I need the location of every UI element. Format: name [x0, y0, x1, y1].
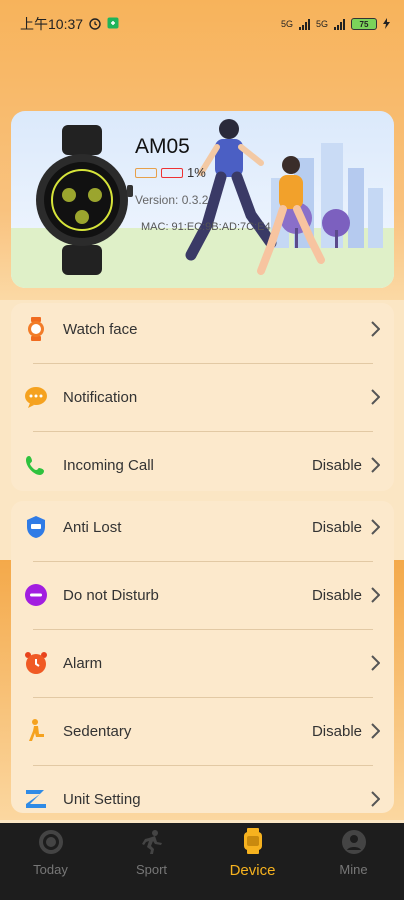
- row-label: Alarm: [63, 654, 103, 672]
- chevron-right-icon: [368, 585, 382, 605]
- battery-percent: 1%: [187, 165, 206, 180]
- tab-label: Sport: [135, 862, 168, 877]
- status-time: 上午10:37: [20, 16, 84, 32]
- chevron-right-icon: [368, 455, 382, 475]
- row-label: Watch face: [63, 320, 138, 338]
- row-value: Disable: [311, 722, 362, 740]
- row-label: Do not Disturb: [63, 586, 159, 604]
- network-type-1: 5G: [280, 19, 293, 29]
- profile-icon: [341, 829, 367, 858]
- tab-label: Today: [33, 862, 68, 877]
- battery-icon: 75: [351, 18, 377, 30]
- gesture-area: [0, 883, 404, 900]
- row-label: Sedentary: [63, 722, 132, 740]
- unit-icon: [23, 786, 49, 812]
- device-battery: 1%: [135, 165, 206, 180]
- device-banner[interactable]: AM05 1% Version: 0.3.2 MAC: 91:EC:9B:AD:…: [11, 111, 394, 288]
- device-name: AM05: [135, 135, 190, 158]
- row-notification[interactable]: Notification: [11, 363, 394, 431]
- watch-icon: [23, 316, 49, 342]
- row-value: Disable: [311, 586, 362, 604]
- tab-sport[interactable]: Sport: [101, 823, 202, 883]
- firmware-version: Version: 0.3.2: [135, 193, 209, 207]
- row-do-not-disturb[interactable]: Do not Disturb Disable: [11, 561, 394, 629]
- tab-label: Mine: [339, 862, 368, 877]
- tab-device[interactable]: Device: [202, 823, 303, 883]
- sitting-person-icon: [23, 718, 49, 744]
- target-icon: [38, 829, 64, 858]
- alarm-status-icon: [88, 16, 102, 33]
- battery-outline-icon: [135, 167, 157, 178]
- row-label: Notification: [63, 388, 138, 406]
- chevron-right-icon: [368, 517, 382, 537]
- tab-today[interactable]: Today: [0, 823, 101, 883]
- settings-card-1: Watch face Notification Incoming Call Di…: [11, 303, 394, 491]
- runner-icon: [139, 829, 165, 858]
- row-value: Disable: [311, 456, 362, 474]
- row-watch-face[interactable]: Watch face: [11, 295, 394, 363]
- tab-label: Device: [229, 861, 276, 879]
- alarm-clock-icon: [23, 650, 49, 676]
- app-notification-icon: [107, 16, 119, 32]
- bottom-tab-bar: Today Sport Device Mine: [0, 823, 404, 883]
- watch-image: [36, 125, 133, 275]
- chevron-right-icon: [368, 721, 382, 741]
- chevron-right-icon: [368, 319, 382, 339]
- shield-icon: [23, 514, 49, 540]
- battery-low-icon: [161, 167, 183, 178]
- row-label: Unit Setting: [63, 790, 141, 808]
- row-label: Anti Lost: [63, 518, 122, 536]
- minus-circle-icon: [23, 582, 49, 608]
- row-label: Incoming Call: [63, 456, 154, 474]
- watch-icon: [241, 827, 265, 858]
- chevron-right-icon: [368, 387, 382, 407]
- settings-card-2: Anti Lost Disable Do not Disturb Disable…: [11, 501, 394, 813]
- mac-address: MAC: 91:EC:9B:AD:7C:E4: [141, 221, 271, 233]
- row-value: Disable: [311, 518, 362, 536]
- phone-icon: [23, 452, 49, 478]
- chat-bubble-icon: [23, 384, 49, 410]
- tab-mine[interactable]: Mine: [303, 823, 404, 883]
- chevron-right-icon: [368, 653, 382, 673]
- network-type-2: 5G: [315, 19, 328, 29]
- row-alarm[interactable]: Alarm: [11, 629, 394, 697]
- row-incoming-call[interactable]: Incoming Call Disable: [11, 431, 394, 499]
- row-anti-lost[interactable]: Anti Lost Disable: [11, 493, 394, 561]
- signal-icon: [298, 18, 310, 30]
- battery-level: 75: [359, 19, 369, 29]
- row-sedentary[interactable]: Sedentary Disable: [11, 697, 394, 765]
- chevron-right-icon: [368, 789, 382, 809]
- status-bar: 上午10:37 5G 5G 75: [0, 0, 404, 48]
- charging-icon: [383, 17, 390, 31]
- signal-icon-2: [334, 18, 345, 30]
